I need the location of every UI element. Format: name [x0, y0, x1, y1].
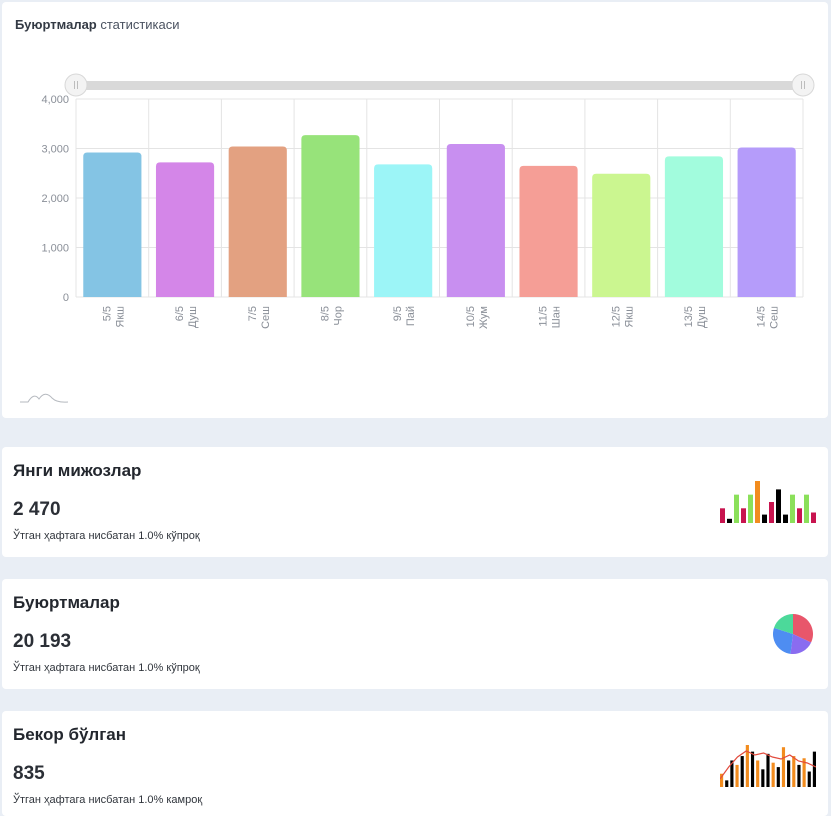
x-tick-label: 10/5 Жум — [465, 306, 490, 329]
spark-bar — [727, 518, 732, 523]
y-tick-label: 1,000 — [41, 243, 69, 255]
x-tick-weekday: Якш — [114, 306, 126, 328]
spark-bar — [741, 508, 746, 523]
x-tick-date: 8/5 — [319, 306, 331, 321]
bar[interactable] — [301, 135, 360, 297]
spark-bar — [755, 481, 760, 523]
x-tick-weekday: Душ — [696, 306, 708, 328]
x-tick-weekday: Шан — [551, 306, 563, 328]
spark-bar — [750, 751, 755, 787]
spark-bar — [766, 753, 770, 787]
x-tick-label: 12/5 Якш — [610, 306, 635, 328]
spark-bar — [776, 489, 781, 523]
bar[interactable] — [83, 152, 142, 297]
orders-bar-chart: 01,0002,0003,0004,0005/5 Якш 6/5 Душ 7/5 Сеш 8… — [20, 73, 815, 403]
x-tick-label: 6/5 Душ — [174, 306, 199, 328]
bar[interactable] — [446, 144, 505, 297]
x-tick-label: 11/5 Шан — [538, 306, 563, 328]
cancelled-sparkline — [720, 745, 816, 787]
x-tick-label: 7/5 Сеш — [247, 306, 272, 329]
spark-bar — [756, 760, 760, 787]
spark-bar — [783, 514, 788, 523]
bar[interactable] — [519, 165, 578, 297]
orders-value: 20 193 — [13, 631, 72, 652]
spark-bar — [807, 771, 811, 787]
cancelled-card: Бекор бўлган 835 Ўтган ҳафтага нисбатан … — [2, 711, 828, 816]
spark-bar — [748, 494, 753, 523]
spark-bar — [797, 508, 802, 523]
orders-pie-sparkline — [773, 614, 813, 654]
x-tick-label: 8/5 Чор — [319, 306, 344, 326]
cancelled-title: Бекор бўлган — [13, 725, 127, 744]
spark-bar — [725, 780, 729, 787]
y-tick-label: 0 — [63, 292, 69, 304]
new-customers-title: Янги мижозлар — [13, 461, 142, 480]
range-slider-track[interactable] — [76, 81, 803, 90]
x-tick-weekday: Жум — [478, 306, 490, 329]
x-tick-date: 9/5 — [392, 306, 404, 321]
x-tick-label: 14/5 Сеш — [756, 306, 781, 329]
x-tick-weekday: Якш — [623, 306, 635, 328]
new-customers-value: 2 470 — [13, 499, 61, 520]
bar[interactable] — [374, 164, 433, 297]
spark-bar — [740, 756, 744, 787]
spark-bar — [776, 767, 780, 787]
spark-bar — [804, 494, 809, 523]
spark-bar — [792, 756, 796, 787]
y-tick-label: 2,000 — [41, 193, 69, 205]
x-tick-date: 14/5 — [756, 306, 768, 327]
x-tick-date: 10/5 — [465, 306, 477, 327]
spark-bar — [811, 512, 816, 523]
bar[interactable] — [592, 173, 651, 297]
spark-bar — [787, 760, 791, 787]
y-tick-label: 4,000 — [41, 94, 69, 106]
x-tick-date: 12/5 — [610, 306, 622, 327]
cancelled-note: Ўтган ҳафтага нисбатан 1.0% камроқ — [13, 794, 203, 806]
bar[interactable] — [228, 146, 287, 297]
orders-card: Буюртмалар 20 193 Ўтган ҳафтага нисбатан… — [2, 579, 828, 689]
orders-note: Ўтган ҳафтага нисбатан 1.0% кўпроқ — [13, 662, 200, 674]
spark-bar — [790, 494, 795, 523]
bar[interactable] — [155, 162, 215, 297]
orders-title: Буюртмалар — [13, 593, 120, 612]
x-tick-label: 5/5 Якш — [101, 306, 126, 328]
x-tick-weekday: Пай — [405, 306, 417, 326]
spark-bar — [769, 502, 774, 523]
spark-bar — [762, 514, 767, 523]
y-tick-label: 3,000 — [41, 144, 69, 156]
new-customers-sparkline — [720, 481, 816, 523]
x-tick-weekday: Сеш — [769, 306, 781, 329]
new-customers-note: Ўтган ҳафтага нисбатан 1.0% кўпроқ — [13, 530, 200, 542]
x-tick-weekday: Сеш — [260, 306, 272, 329]
spark-bar — [797, 764, 801, 787]
range-slider-handle-left[interactable] — [64, 73, 88, 97]
spark-bar — [735, 764, 739, 787]
new-customers-card: Янги мижозлар 2 470 Ўтган ҳафтага нисбат… — [2, 447, 828, 557]
cancelled-value: 835 — [13, 763, 45, 784]
spark-bar — [812, 751, 816, 787]
bar[interactable] — [737, 147, 796, 297]
chart-navigator-icon[interactable] — [20, 393, 69, 403]
x-tick-date: 7/5 — [247, 306, 259, 321]
x-tick-weekday: Чор — [332, 306, 344, 326]
spark-bar — [781, 747, 786, 787]
x-tick-date: 11/5 — [538, 306, 550, 327]
x-tick-label: 13/5 Душ — [683, 306, 708, 328]
range-slider-handle-right[interactable] — [791, 73, 815, 97]
spark-bar — [771, 762, 775, 787]
x-tick-date: 13/5 — [683, 306, 695, 327]
x-tick-date: 5/5 — [101, 306, 113, 321]
x-tick-weekday: Душ — [187, 306, 199, 328]
x-tick-date: 6/5 — [174, 306, 186, 321]
spark-bar — [720, 508, 725, 523]
bar[interactable] — [664, 156, 724, 297]
spark-bar — [734, 494, 739, 523]
x-tick-label: 9/5 Пай — [392, 306, 417, 326]
orders-statistics-card: Буюртмалар статистикаси 0 1,000 2,000 3,000… — [2, 2, 828, 418]
spark-bar — [761, 769, 765, 787]
